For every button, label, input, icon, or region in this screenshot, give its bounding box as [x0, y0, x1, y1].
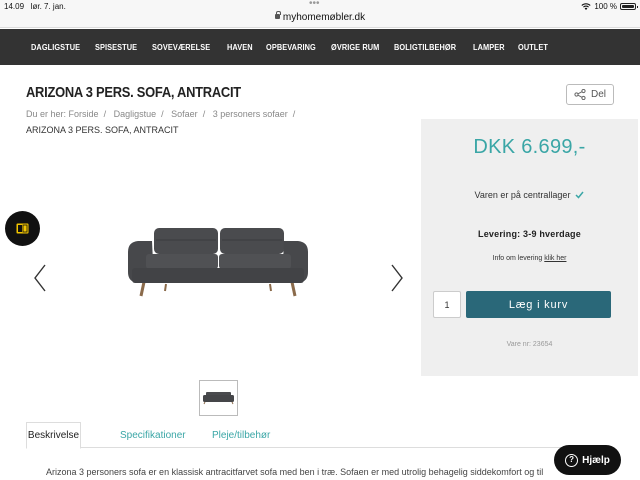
floating-book-button[interactable] — [5, 211, 40, 246]
gallery-next-arrow-icon[interactable] — [390, 264, 404, 292]
tab-specifikationer[interactable]: Specifikationer — [120, 422, 186, 449]
delivery-info-text: Info om levering — [492, 255, 543, 262]
stock-text: Varen er på centrallager — [474, 190, 571, 200]
nav-item-ovrige-rum[interactable]: ØVRIGE RUM — [331, 43, 379, 52]
breadcrumb-3-personers-sofaer[interactable]: 3 personers sofaer — [213, 109, 288, 119]
help-button[interactable]: ? Hjælp — [554, 445, 621, 475]
url-text: myhomemøbler.dk — [282, 12, 366, 23]
tab-pleje-tilbehor[interactable]: Pleje/tilbehør — [212, 422, 270, 449]
nav-item-outlet[interactable]: OUTLET — [518, 43, 548, 52]
nav-item-sovevaerelse[interactable]: SOVEVÆRELSE — [152, 43, 210, 52]
share-button[interactable]: Del — [566, 84, 614, 105]
page-title: ARIZONA 3 PERS. SOFA, ANTRACIT — [26, 84, 241, 101]
product-image-sofa — [128, 228, 308, 297]
product-price: DKK 6.699,- — [473, 136, 586, 158]
delivery-info: Info om levering klik her — [421, 255, 638, 262]
battery-text: 100 % — [594, 2, 617, 11]
add-to-cart-button[interactable]: Læg i kurv — [466, 291, 611, 318]
status-time: 14.09 lør. 7. jan. — [4, 2, 66, 11]
item-number: Vare nr: 23654 — [506, 341, 553, 348]
breadcrumb: Du er her: Forside / Dagligstue / Sofaer / … — [26, 109, 296, 119]
help-label: Hjælp — [582, 454, 610, 466]
nav-item-spisestue[interactable]: SPISESTUE — [95, 43, 137, 52]
address-bar[interactable]: myhomemøbler.dk — [0, 11, 640, 23]
nav-item-opbevaring[interactable]: OPBEVARING — [266, 43, 316, 52]
breadcrumb-dagligstue[interactable]: Dagligstue — [114, 109, 157, 119]
tab-beskrivelse[interactable]: Beskrivelse — [26, 422, 81, 449]
nav-item-boligtilbehor[interactable]: BOLIGTILBEHØR — [394, 43, 456, 52]
nav-item-lamper[interactable]: LAMPER — [473, 43, 505, 52]
product-description: Arizona 3 personers sofa er en klassisk … — [46, 467, 544, 477]
nav-item-dagligstue[interactable]: DAGLIGSTUE — [31, 43, 80, 52]
book-icon — [16, 223, 29, 234]
breadcrumb-sofaer[interactable]: Sofaer — [171, 109, 198, 119]
check-icon — [575, 191, 585, 199]
gallery-prev-arrow-icon[interactable] — [33, 264, 47, 292]
thumbnail-sofa-image — [203, 392, 234, 405]
battery-icon — [620, 3, 638, 10]
main-nav: DAGLIGSTUE SPISESTUE SOVEVÆRELSE HAVEN O… — [0, 29, 640, 65]
quantity-input[interactable]: 1 — [433, 291, 461, 318]
lock-icon — [274, 11, 281, 19]
wifi-icon — [581, 3, 591, 10]
delivery-time: Levering: 3-9 hverdage — [478, 229, 581, 239]
stock-status: Varen er på centrallager — [421, 190, 638, 200]
more-dots-icon[interactable]: ••• — [309, 0, 320, 9]
question-icon: ? — [565, 453, 579, 467]
share-icon — [574, 89, 586, 100]
gallery-thumbnail[interactable] — [199, 380, 238, 416]
share-label: Del — [590, 89, 606, 100]
price-box: DKK 6.699,- Varen er på centrallager Lev… — [421, 119, 638, 376]
delivery-info-link[interactable]: klik her — [544, 255, 566, 262]
nav-item-haven[interactable]: HAVEN — [227, 43, 253, 52]
status-bar: 14.09 lør. 7. jan. ••• myhomemøbler.dk 1… — [0, 0, 640, 28]
breadcrumb-current: ARIZONA 3 PERS. SOFA, ANTRACIT — [26, 125, 179, 135]
breadcrumb-forside[interactable]: Forside — [69, 109, 99, 119]
product-tabs: Beskrivelse Specifikationer Pleje/tilbeh… — [26, 422, 614, 449]
breadcrumb-prefix: Du er her: — [26, 109, 67, 119]
status-indicators: 100 % — [581, 2, 638, 11]
